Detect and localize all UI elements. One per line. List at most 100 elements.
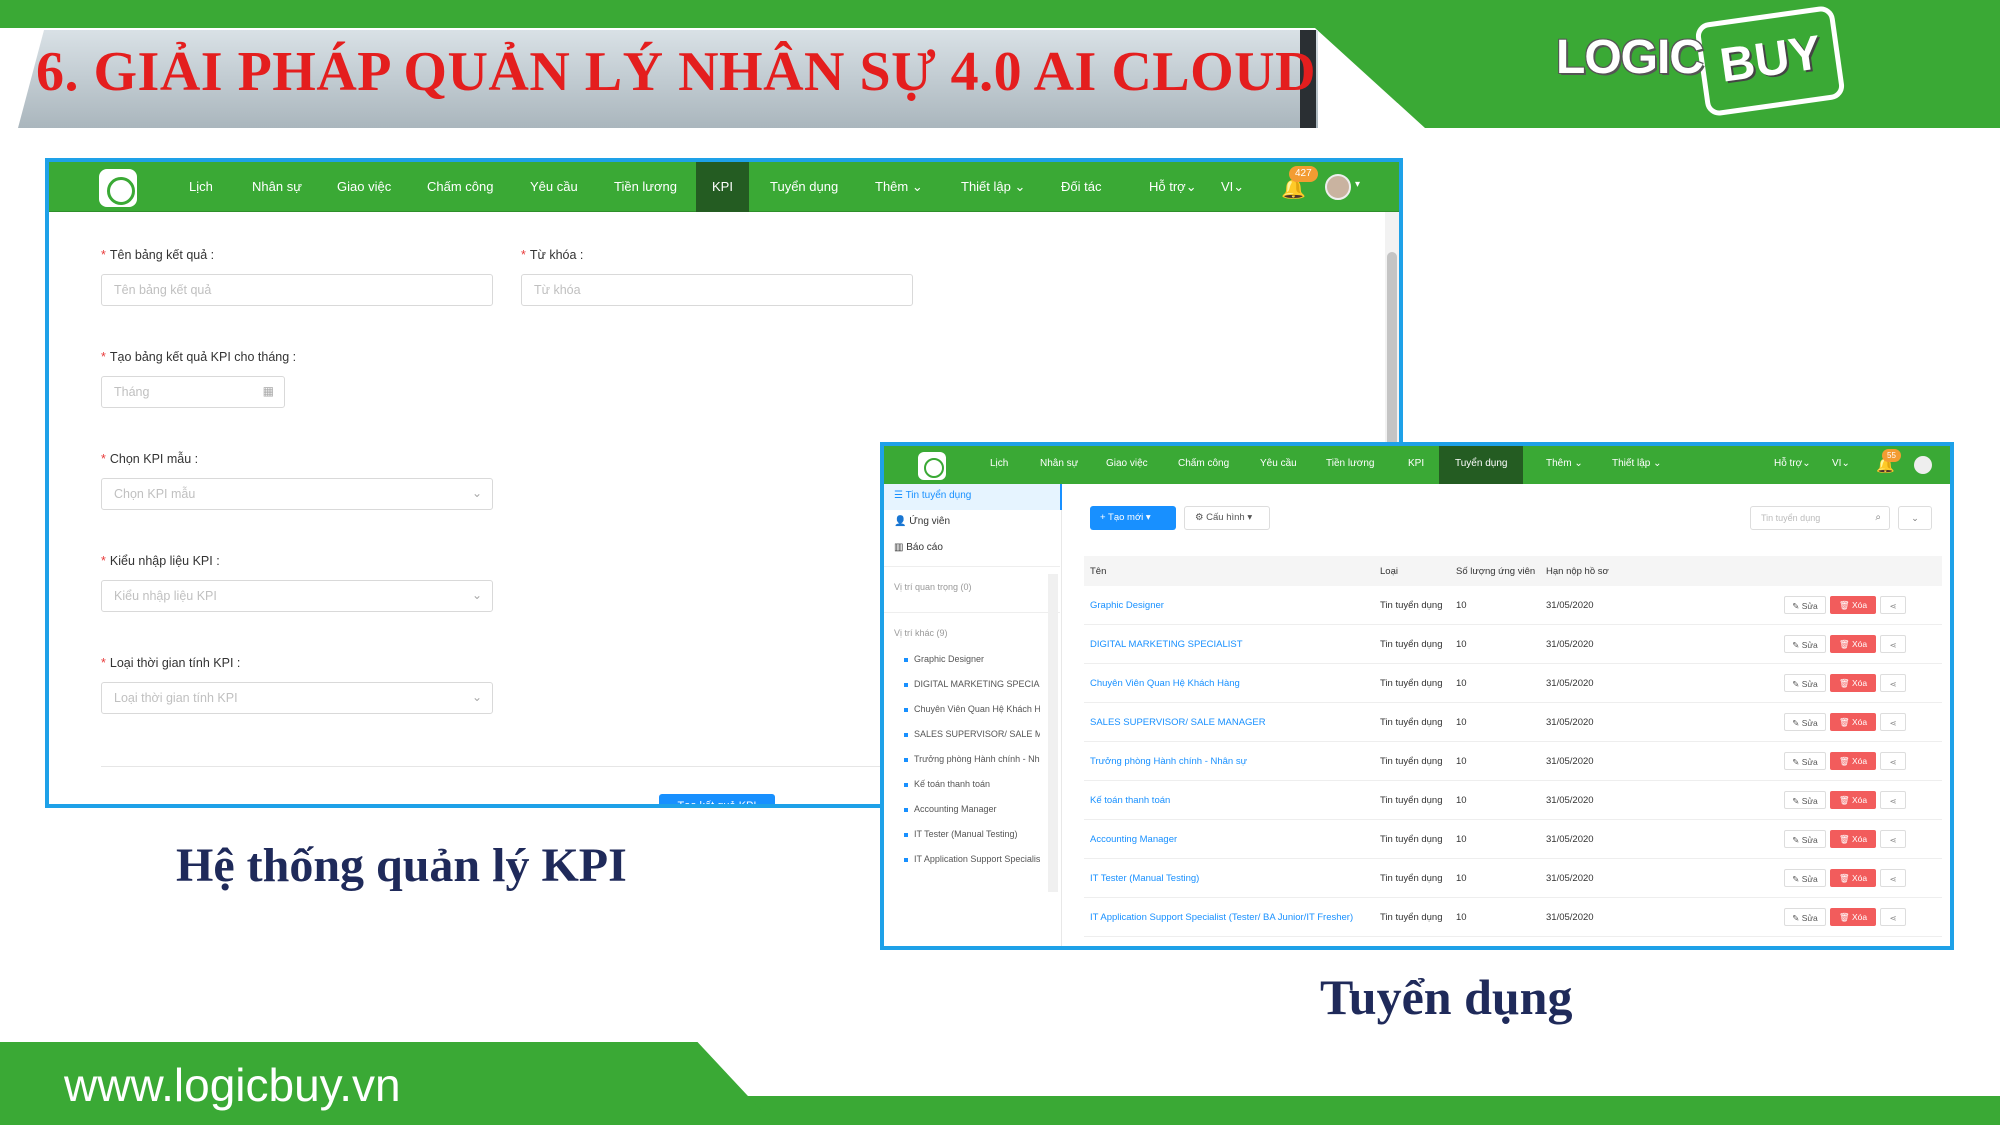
filter-dropdown[interactable]: ⌄: [1898, 506, 1932, 530]
share-icon[interactable]: ⋖: [1880, 674, 1906, 692]
nav-item-yeu-cau[interactable]: Yêu cầu: [1260, 458, 1297, 469]
nav-item-lich[interactable]: Lịch: [189, 179, 213, 194]
sidebar-item-job-posts[interactable]: ☰ Tin tuyển dụng: [884, 484, 1062, 510]
nav-item-them[interactable]: Thêm ⌄: [1546, 458, 1583, 469]
group-important-positions[interactable]: Vị trí quan trọng (0): [894, 582, 972, 592]
nav-item-kpi[interactable]: KPI: [1408, 458, 1424, 469]
time-type-select[interactable]: Loại thời gian tính KPI ⌄: [101, 682, 493, 714]
delete-button[interactable]: 🗑 Xóa: [1830, 674, 1876, 692]
nav-item-thiet-lap[interactable]: Thiết lập ⌄: [1612, 458, 1662, 469]
delete-button[interactable]: 🗑 Xóa: [1830, 713, 1876, 731]
job-title-link[interactable]: IT Tester (Manual Testing): [1090, 873, 1199, 884]
share-icon[interactable]: ⋖: [1880, 713, 1906, 731]
nav-item-yeu-cau[interactable]: Yêu cầu: [530, 179, 578, 194]
nav-item-giao-viec[interactable]: Giao việc: [1106, 458, 1148, 469]
nav-item-tuyen-dung[interactable]: Tuyển dụng: [1439, 446, 1524, 484]
sidebar-position-item[interactable]: IT Tester (Manual Testing): [904, 829, 1040, 839]
nav-item-language[interactable]: VI⌄: [1832, 458, 1850, 469]
nav-item-nhan-su[interactable]: Nhân sự: [252, 179, 302, 194]
delete-button[interactable]: 🗑 Xóa: [1830, 596, 1876, 614]
keyword-input[interactable]: Từ khóa: [521, 274, 913, 306]
month-picker[interactable]: Tháng ▦: [101, 376, 285, 408]
app-logo-icon[interactable]: [99, 169, 137, 207]
nav-item-tien-luong[interactable]: Tiền lương: [614, 179, 677, 194]
edit-button[interactable]: ✎ Sửa: [1784, 674, 1826, 692]
pencil-icon: ✎: [1792, 640, 1802, 650]
search-input[interactable]: Tin tuyển dụng ⌕: [1750, 506, 1890, 530]
job-title-link[interactable]: Chuyên Viên Quan Hệ Khách Hàng: [1090, 678, 1240, 689]
share-icon[interactable]: ⋖: [1880, 908, 1906, 926]
delete-button[interactable]: 🗑 Xóa: [1830, 830, 1876, 848]
edit-button[interactable]: ✎ Sửa: [1784, 869, 1826, 887]
nav-item-lich[interactable]: Lịch: [990, 458, 1008, 469]
nav-item-ho-tro[interactable]: Hỗ trợ⌄: [1149, 179, 1197, 195]
edit-button[interactable]: ✎ Sửa: [1784, 752, 1826, 770]
job-title-link[interactable]: Trưởng phòng Hành chính - Nhân sự: [1090, 756, 1247, 767]
deadline: 31/05/2020: [1546, 834, 1594, 845]
share-icon[interactable]: ⋖: [1880, 830, 1906, 848]
delete-button[interactable]: 🗑 Xóa: [1830, 752, 1876, 770]
delete-button[interactable]: 🗑 Xóa: [1830, 869, 1876, 887]
config-button[interactable]: ⚙ Cấu hình ▾: [1184, 506, 1270, 530]
column-header-count[interactable]: Số lượng ứng viên: [1456, 566, 1535, 577]
nav-item-cham-cong[interactable]: Chấm công: [427, 179, 493, 194]
scrollbar[interactable]: [1048, 574, 1058, 892]
edit-button[interactable]: ✎ Sửa: [1784, 713, 1826, 731]
template-select[interactable]: Chọn KPI mẫu ⌄: [101, 478, 493, 510]
result-name-input[interactable]: Tên bảng kết quả: [101, 274, 493, 306]
sidebar-position-item[interactable]: Kế toán thanh toán: [904, 779, 1040, 789]
input-type-select[interactable]: Kiểu nhập liệu KPI ⌄: [101, 580, 493, 612]
column-header-type[interactable]: Loại: [1380, 566, 1398, 577]
column-header-deadline[interactable]: Hạn nộp hồ sơ: [1546, 566, 1609, 577]
job-title-link[interactable]: Kế toán thanh toán: [1090, 795, 1170, 806]
column-header-name[interactable]: Tên: [1090, 566, 1106, 577]
job-title-link[interactable]: DIGITAL MARKETING SPECIALIST: [1090, 639, 1243, 650]
share-icon[interactable]: ⋖: [1880, 596, 1906, 614]
share-icon[interactable]: ⋖: [1880, 791, 1906, 809]
app-logo-icon[interactable]: [918, 452, 946, 480]
delete-button[interactable]: 🗑 Xóa: [1830, 791, 1876, 809]
edit-button[interactable]: ✎ Sửa: [1784, 791, 1826, 809]
sidebar-item-candidates[interactable]: 👤 Ứng viên: [894, 516, 950, 527]
nav-item-ho-tro[interactable]: Hỗ trợ⌄: [1774, 458, 1811, 469]
share-icon[interactable]: ⋖: [1880, 752, 1906, 770]
sidebar-item-reports[interactable]: ▥ Báo cáo: [894, 542, 943, 553]
share-icon[interactable]: ⋖: [1880, 635, 1906, 653]
create-new-button[interactable]: + Tạo mới ▾: [1090, 506, 1176, 530]
job-title-link[interactable]: SALES SUPERVISOR/ SALE MANAGER: [1090, 717, 1266, 728]
edit-button[interactable]: ✎ Sửa: [1784, 908, 1826, 926]
nav-item-cham-cong[interactable]: Chấm công: [1178, 458, 1229, 469]
sidebar-position-item[interactable]: IT Application Support Specialist: [904, 854, 1040, 864]
nav-item-language[interactable]: VI⌄: [1221, 179, 1244, 195]
delete-button[interactable]: 🗑 Xóa: [1830, 908, 1876, 926]
caret-down-icon[interactable]: ▾: [1355, 179, 1360, 190]
avatar[interactable]: [1325, 174, 1351, 200]
delete-button[interactable]: 🗑 Xóa: [1830, 635, 1876, 653]
nav-item-thiet-lap[interactable]: Thiết lập ⌄: [961, 179, 1025, 195]
share-icon[interactable]: ⋖: [1880, 869, 1906, 887]
nav-item-them[interactable]: Thêm ⌄: [875, 179, 923, 195]
sidebar-position-item[interactable]: Trưởng phòng Hành chính - Nhân sự: [904, 754, 1040, 764]
edit-button[interactable]: ✎ Sửa: [1784, 596, 1826, 614]
group-other-positions[interactable]: Vị trí khác (9): [894, 628, 948, 638]
nav-item-nhan-su[interactable]: Nhân sự: [1040, 458, 1078, 469]
avatar[interactable]: [1914, 456, 1932, 474]
nav-item-tuyen-dung[interactable]: Tuyển dụng: [770, 179, 838, 194]
create-kpi-result-button[interactable]: Tạo kết quả KPI: [659, 794, 775, 804]
delete-label: Xóa: [1852, 795, 1868, 805]
edit-button[interactable]: ✎ Sửa: [1784, 830, 1826, 848]
nav-item-kpi[interactable]: KPI: [696, 162, 749, 212]
nav-item-doi-tac[interactable]: Đối tác: [1061, 179, 1101, 194]
nav-item-tien-luong[interactable]: Tiền lương: [1326, 458, 1374, 469]
nav-item-giao-viec[interactable]: Giao việc: [337, 179, 391, 194]
trash-icon: 🗑: [1838, 639, 1853, 649]
job-title-link[interactable]: Accounting Manager: [1090, 834, 1177, 845]
sidebar-position-item[interactable]: Accounting Manager: [904, 804, 1040, 814]
edit-button[interactable]: ✎ Sửa: [1784, 635, 1826, 653]
sidebar-position-item[interactable]: DIGITAL MARKETING SPECIALIST: [904, 679, 1040, 689]
sidebar-position-item[interactable]: Chuyên Viên Quan Hệ Khách Hàng: [904, 704, 1040, 714]
job-title-link[interactable]: IT Application Support Specialist (Teste…: [1090, 912, 1353, 923]
job-title-link[interactable]: Graphic Designer: [1090, 600, 1164, 611]
sidebar-position-item[interactable]: SALES SUPERVISOR/ SALE MANAGER: [904, 729, 1040, 739]
sidebar-position-item[interactable]: Graphic Designer: [904, 654, 1040, 664]
